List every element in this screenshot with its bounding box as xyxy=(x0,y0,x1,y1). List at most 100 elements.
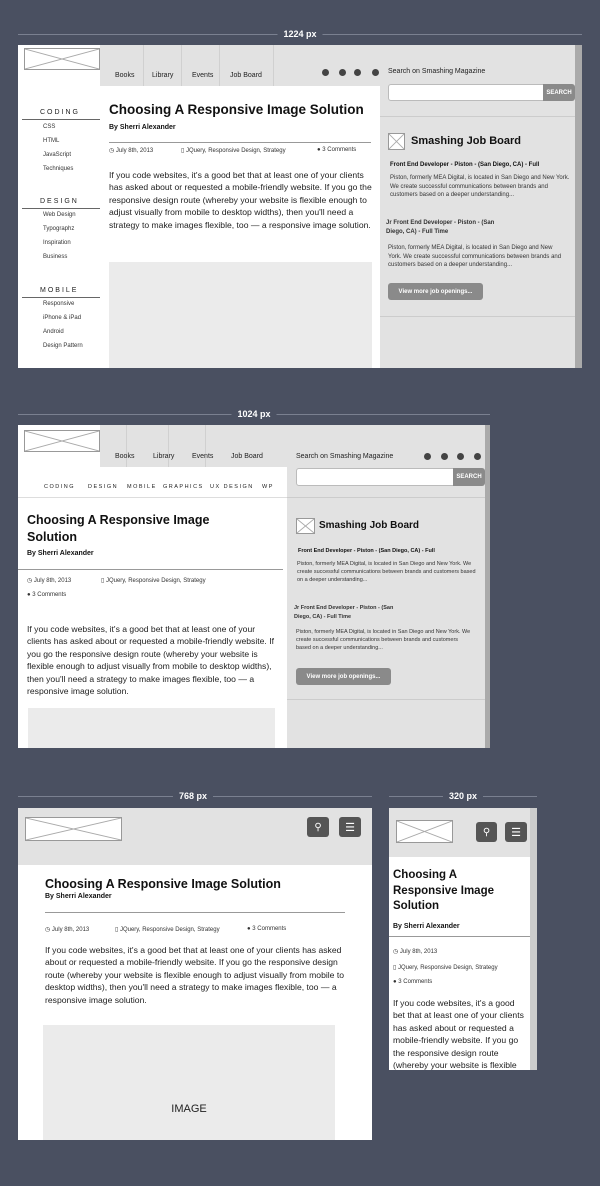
nav-job-board[interactable]: Job Board xyxy=(230,72,262,79)
scrollbar[interactable] xyxy=(530,808,537,1070)
category-link[interactable]: Inspiration xyxy=(43,240,71,246)
category-tab[interactable]: UX DESIGN xyxy=(210,484,254,490)
search-input[interactable] xyxy=(296,468,456,486)
clock-icon: ◷ xyxy=(393,949,400,955)
image-placeholder xyxy=(109,262,372,368)
category-link[interactable]: CSS xyxy=(43,124,55,130)
breakpoint-label: 1024 px xyxy=(231,409,277,419)
search-button[interactable]: SEARCH xyxy=(543,84,575,101)
category-heading[interactable]: CODING xyxy=(40,109,80,116)
nav-library[interactable]: Library xyxy=(152,72,173,79)
layout-768: ⚲ ☰ Choosing A Responsive Image Solution… xyxy=(18,808,372,1140)
article-comments[interactable]: ● 3 Comments xyxy=(317,147,356,153)
job-board-title: Smashing Job Board xyxy=(411,135,522,147)
job-title[interactable]: Jr Front End Developer - Piston - (San D… xyxy=(294,604,404,622)
job-title[interactable]: Jr Front End Developer - Piston - (San D… xyxy=(386,219,496,236)
rss-icon[interactable] xyxy=(424,453,431,460)
search-label: Search on Smashing Magazine xyxy=(296,453,394,460)
category-tab[interactable]: DESIGN xyxy=(88,484,118,490)
menu-icon[interactable]: ☰ xyxy=(339,817,361,837)
nav-books[interactable]: Books xyxy=(115,72,134,79)
article-body: If you code websites, it's a good bet th… xyxy=(27,624,274,697)
article-body: If you code websites, it's a good bet th… xyxy=(109,170,372,230)
article-comments[interactable]: ● 3 Comments xyxy=(247,926,286,932)
clock-icon: ◷ xyxy=(109,148,116,154)
article-tags[interactable]: ▯ JQuery, Responsive Design, Strategy xyxy=(393,964,498,971)
category-tab[interactable]: GRAPHICS xyxy=(163,484,204,490)
job-description: Piston, formerly MEA Digital, is located… xyxy=(390,175,570,198)
category-link[interactable]: Responsive xyxy=(43,301,74,307)
article-title: Choosing A Responsive Image Solution xyxy=(393,869,494,912)
image-label: IMAGE xyxy=(171,1103,207,1115)
article-author[interactable]: By Sherri Alexander xyxy=(109,124,176,131)
category-link[interactable]: Android xyxy=(43,329,64,335)
article-author[interactable]: By Sherri Alexander xyxy=(45,893,112,900)
view-more-jobs-button[interactable]: View more job openings... xyxy=(296,668,391,685)
category-link[interactable]: JavaScript xyxy=(43,152,71,158)
facebook-icon[interactable] xyxy=(441,453,448,460)
article-author[interactable]: By Sherri Alexander xyxy=(393,923,460,930)
article-date: ◷ July 8th, 2013 xyxy=(27,578,72,584)
category-tab[interactable]: WP xyxy=(262,484,274,490)
twitter-icon[interactable] xyxy=(457,453,464,460)
search-label: Search on Smashing Magazine xyxy=(388,68,486,75)
article-tags[interactable]: ▯ JQuery, Responsive Design, Strategy xyxy=(115,926,220,933)
article-author[interactable]: By Sherri Alexander xyxy=(27,550,94,557)
article-title: Choosing A Responsive Image Solution xyxy=(45,877,281,891)
article-tags[interactable]: ▯ JQuery, Responsive Design, Strategy xyxy=(181,147,286,154)
category-link[interactable]: Design Pattern xyxy=(43,343,83,349)
email-icon[interactable] xyxy=(474,453,481,460)
clock-icon: ◷ xyxy=(27,578,34,584)
layout-1224: Books Library Events Job Board Search on… xyxy=(18,45,582,368)
article-comments[interactable]: ● 3 Comments xyxy=(393,979,432,985)
category-tab[interactable]: MOBILE xyxy=(127,484,157,490)
header-nav-bar xyxy=(100,425,287,467)
clock-icon: ◷ xyxy=(45,927,52,933)
nav-events[interactable]: Events xyxy=(192,453,213,460)
search-icon[interactable]: ⚲ xyxy=(307,817,329,837)
nav-library[interactable]: Library xyxy=(153,453,174,460)
facebook-icon[interactable] xyxy=(339,69,346,76)
rss-icon[interactable] xyxy=(322,69,329,76)
category-tab[interactable]: CODING xyxy=(44,484,75,490)
layout-320: ⚲ ☰ Choosing A Responsive Image Solution… xyxy=(389,808,537,1070)
search-input[interactable] xyxy=(388,84,548,101)
category-link[interactable]: iPhone & iPad xyxy=(43,315,81,321)
view-more-jobs-button[interactable]: View more job openings... xyxy=(388,283,483,300)
job-title[interactable]: Front End Developer - Piston - (San Dieg… xyxy=(298,548,435,554)
logo-placeholder[interactable] xyxy=(396,820,453,843)
scrollbar[interactable] xyxy=(485,425,490,748)
logo-placeholder[interactable] xyxy=(24,48,100,70)
category-heading[interactable]: DESIGN xyxy=(40,198,79,205)
search-button[interactable]: SEARCH xyxy=(453,468,485,486)
scrollbar[interactable] xyxy=(575,45,582,368)
nav-job-board[interactable]: Job Board xyxy=(231,453,263,460)
category-link[interactable]: Web Design xyxy=(43,212,76,218)
twitter-icon[interactable] xyxy=(354,69,361,76)
nav-events[interactable]: Events xyxy=(192,72,213,79)
article-body: If you code websites, it's a good bet th… xyxy=(393,998,524,1070)
nav-books[interactable]: Books xyxy=(115,453,134,460)
category-link[interactable]: Techniques xyxy=(43,166,73,172)
image-placeholder xyxy=(28,708,275,748)
job-board-image-icon xyxy=(296,518,315,534)
logo-placeholder[interactable] xyxy=(25,817,122,841)
logo-placeholder[interactable] xyxy=(24,430,100,452)
category-link[interactable]: Typographz xyxy=(43,226,74,232)
category-link[interactable]: Business xyxy=(43,254,67,260)
menu-icon[interactable]: ☰ xyxy=(505,822,527,842)
job-description: Piston, formerly MEA Digital, is located… xyxy=(297,561,476,583)
category-link[interactable]: HTML xyxy=(43,138,59,144)
breakpoint-label: 320 px xyxy=(442,791,484,801)
article-title: Choosing A Responsive Image Solution xyxy=(27,513,210,544)
search-icon[interactable]: ⚲ xyxy=(476,822,497,842)
article-title: Choosing A Responsive Image Solution xyxy=(109,102,364,117)
job-title[interactable]: Front End Developer - Piston - (San Dieg… xyxy=(390,162,539,168)
image-placeholder: IMAGE xyxy=(43,1025,335,1140)
article-date: ◷ July 8th, 2013 xyxy=(45,927,90,933)
category-heading[interactable]: MOBILE xyxy=(40,287,78,294)
job-description: Piston, formerly MEA Digital, is located… xyxy=(296,629,471,651)
article-tags[interactable]: ▯ JQuery, Responsive Design, Strategy xyxy=(101,577,206,584)
article-comments[interactable]: ● 3 Comments xyxy=(27,592,66,598)
email-icon[interactable] xyxy=(372,69,379,76)
